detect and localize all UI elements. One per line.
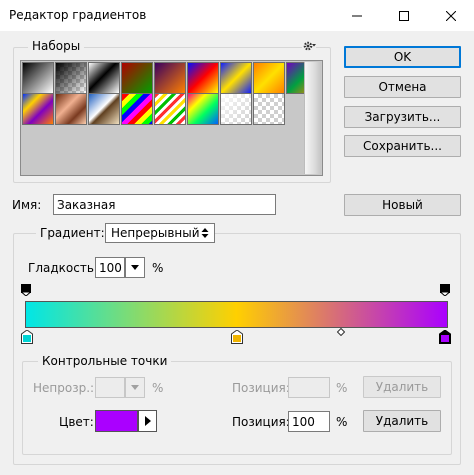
color-stop-right-selected[interactable]: [439, 330, 451, 344]
swatch-fill: [254, 63, 284, 93]
location-label-bottom: Позиция:: [232, 415, 290, 429]
swatch-fill: [89, 94, 119, 124]
preset-swatch-blue-red-yellow[interactable]: [187, 62, 219, 94]
preset-swatch-red-green[interactable]: [121, 62, 153, 94]
location-label-top: Позиция:: [232, 381, 290, 395]
smoothness-unit: %: [152, 261, 164, 275]
color-swatch[interactable]: [95, 410, 138, 432]
delete-color-stop-button[interactable]: Удалить: [363, 410, 441, 432]
opacity-unit: %: [152, 381, 164, 395]
chevron-down-icon: [131, 265, 139, 270]
color-stop-left[interactable]: [21, 330, 33, 344]
swatch-fill: [56, 94, 86, 124]
swatch-fill: [23, 94, 53, 124]
opacity-label: Непрозр.:: [33, 381, 95, 395]
preset-swatch-black-white[interactable]: [22, 62, 54, 94]
preset-swatch-black-transparent[interactable]: [55, 62, 87, 94]
midpoint-diamond[interactable]: [337, 328, 345, 336]
presets-menu-button[interactable]: [302, 39, 316, 53]
preset-swatch-violet-orange[interactable]: [154, 62, 186, 94]
preset-swatch-black-white-2[interactable]: [88, 62, 120, 94]
swatch-fill: [89, 63, 119, 93]
smoothness-input[interactable]: 100: [95, 257, 125, 278]
minimize-button[interactable]: [334, 0, 380, 31]
close-button[interactable]: [428, 0, 474, 31]
chevron-down-icon: [131, 385, 139, 390]
name-label: Имя:: [12, 198, 42, 212]
swatch-row-1: [22, 62, 318, 94]
opacity-stop-left[interactable]: [21, 284, 31, 296]
swatch-fill: [155, 63, 185, 93]
color-label: Цвет:: [59, 415, 94, 429]
preset-swatch-transparent-rainbow[interactable]: [187, 93, 219, 125]
location-unit-top: %: [336, 381, 348, 395]
swatch-fill: [254, 94, 284, 124]
preset-swatch-blue-yellow-blue[interactable]: [220, 62, 252, 94]
close-icon: [446, 10, 456, 21]
gradient-type-value: Непрерывный: [111, 226, 200, 240]
preset-swatch-transparent[interactable]: [253, 93, 285, 125]
presets-scrollbar[interactable]: [304, 62, 321, 174]
minimize-icon: [352, 15, 362, 16]
location-input-bottom[interactable]: 100: [288, 411, 330, 432]
presets-legend: Наборы: [28, 39, 85, 53]
new-button[interactable]: Новый: [344, 194, 461, 216]
gradient-preview-bar[interactable]: [25, 301, 448, 328]
color-menu-button[interactable]: [138, 410, 157, 432]
gradient-type-select[interactable]: Непрерывный: [105, 223, 215, 243]
maximize-button[interactable]: [381, 0, 427, 31]
opacity-stop-right[interactable]: [440, 284, 450, 296]
delete-opacity-stop-button[interactable]: Удалить: [363, 376, 441, 398]
maximize-icon: [399, 10, 409, 21]
swatch-fill: [155, 94, 185, 124]
swatch-fill: [188, 94, 218, 124]
load-button[interactable]: Загрузить...: [344, 106, 461, 128]
location-input-top[interactable]: [288, 377, 330, 398]
smoothness-label: Гладкость:: [28, 261, 98, 275]
name-input[interactable]: Заказная: [53, 194, 276, 215]
stops-legend: Контрольные точки: [38, 354, 172, 368]
swatch-fill: [188, 63, 218, 93]
preset-swatch-transparent-stripes[interactable]: [154, 93, 186, 125]
window-title: Редактор градиентов: [9, 8, 147, 22]
cancel-button[interactable]: Отмена: [344, 76, 461, 98]
preset-swatch-yellow-violet-orange-blue[interactable]: [22, 93, 54, 125]
preset-swatch-orange-yellow-orange[interactable]: [253, 62, 285, 94]
swatch-fill: [122, 94, 152, 124]
preset-swatch-chrome[interactable]: [88, 93, 120, 125]
swatch-fill: [23, 63, 53, 93]
swatch-fill: [122, 63, 152, 93]
smoothness-dropdown-button[interactable]: [125, 257, 145, 278]
swatch-fill: [221, 63, 251, 93]
swatch-fill: [221, 94, 251, 124]
preset-swatch-rainbow-stripes[interactable]: [121, 93, 153, 125]
swatch-row-2: [22, 93, 285, 125]
updown-icon: [201, 228, 209, 238]
preset-swatch-foreground-to-transparent[interactable]: [220, 93, 252, 125]
gear-icon: [303, 41, 316, 50]
gradient-type-label: Градиент:: [36, 226, 109, 240]
triangle-right-icon: [144, 416, 151, 426]
opacity-dropdown-button[interactable]: [125, 377, 145, 398]
swatch-fill: [56, 63, 86, 93]
color-stop-middle[interactable]: [231, 330, 243, 344]
save-button[interactable]: Сохранить...: [344, 135, 461, 157]
location-unit-bottom: %: [336, 415, 348, 429]
ok-button[interactable]: OK: [344, 46, 461, 68]
preset-swatch-copper[interactable]: [55, 93, 87, 125]
opacity-input[interactable]: [95, 377, 125, 398]
